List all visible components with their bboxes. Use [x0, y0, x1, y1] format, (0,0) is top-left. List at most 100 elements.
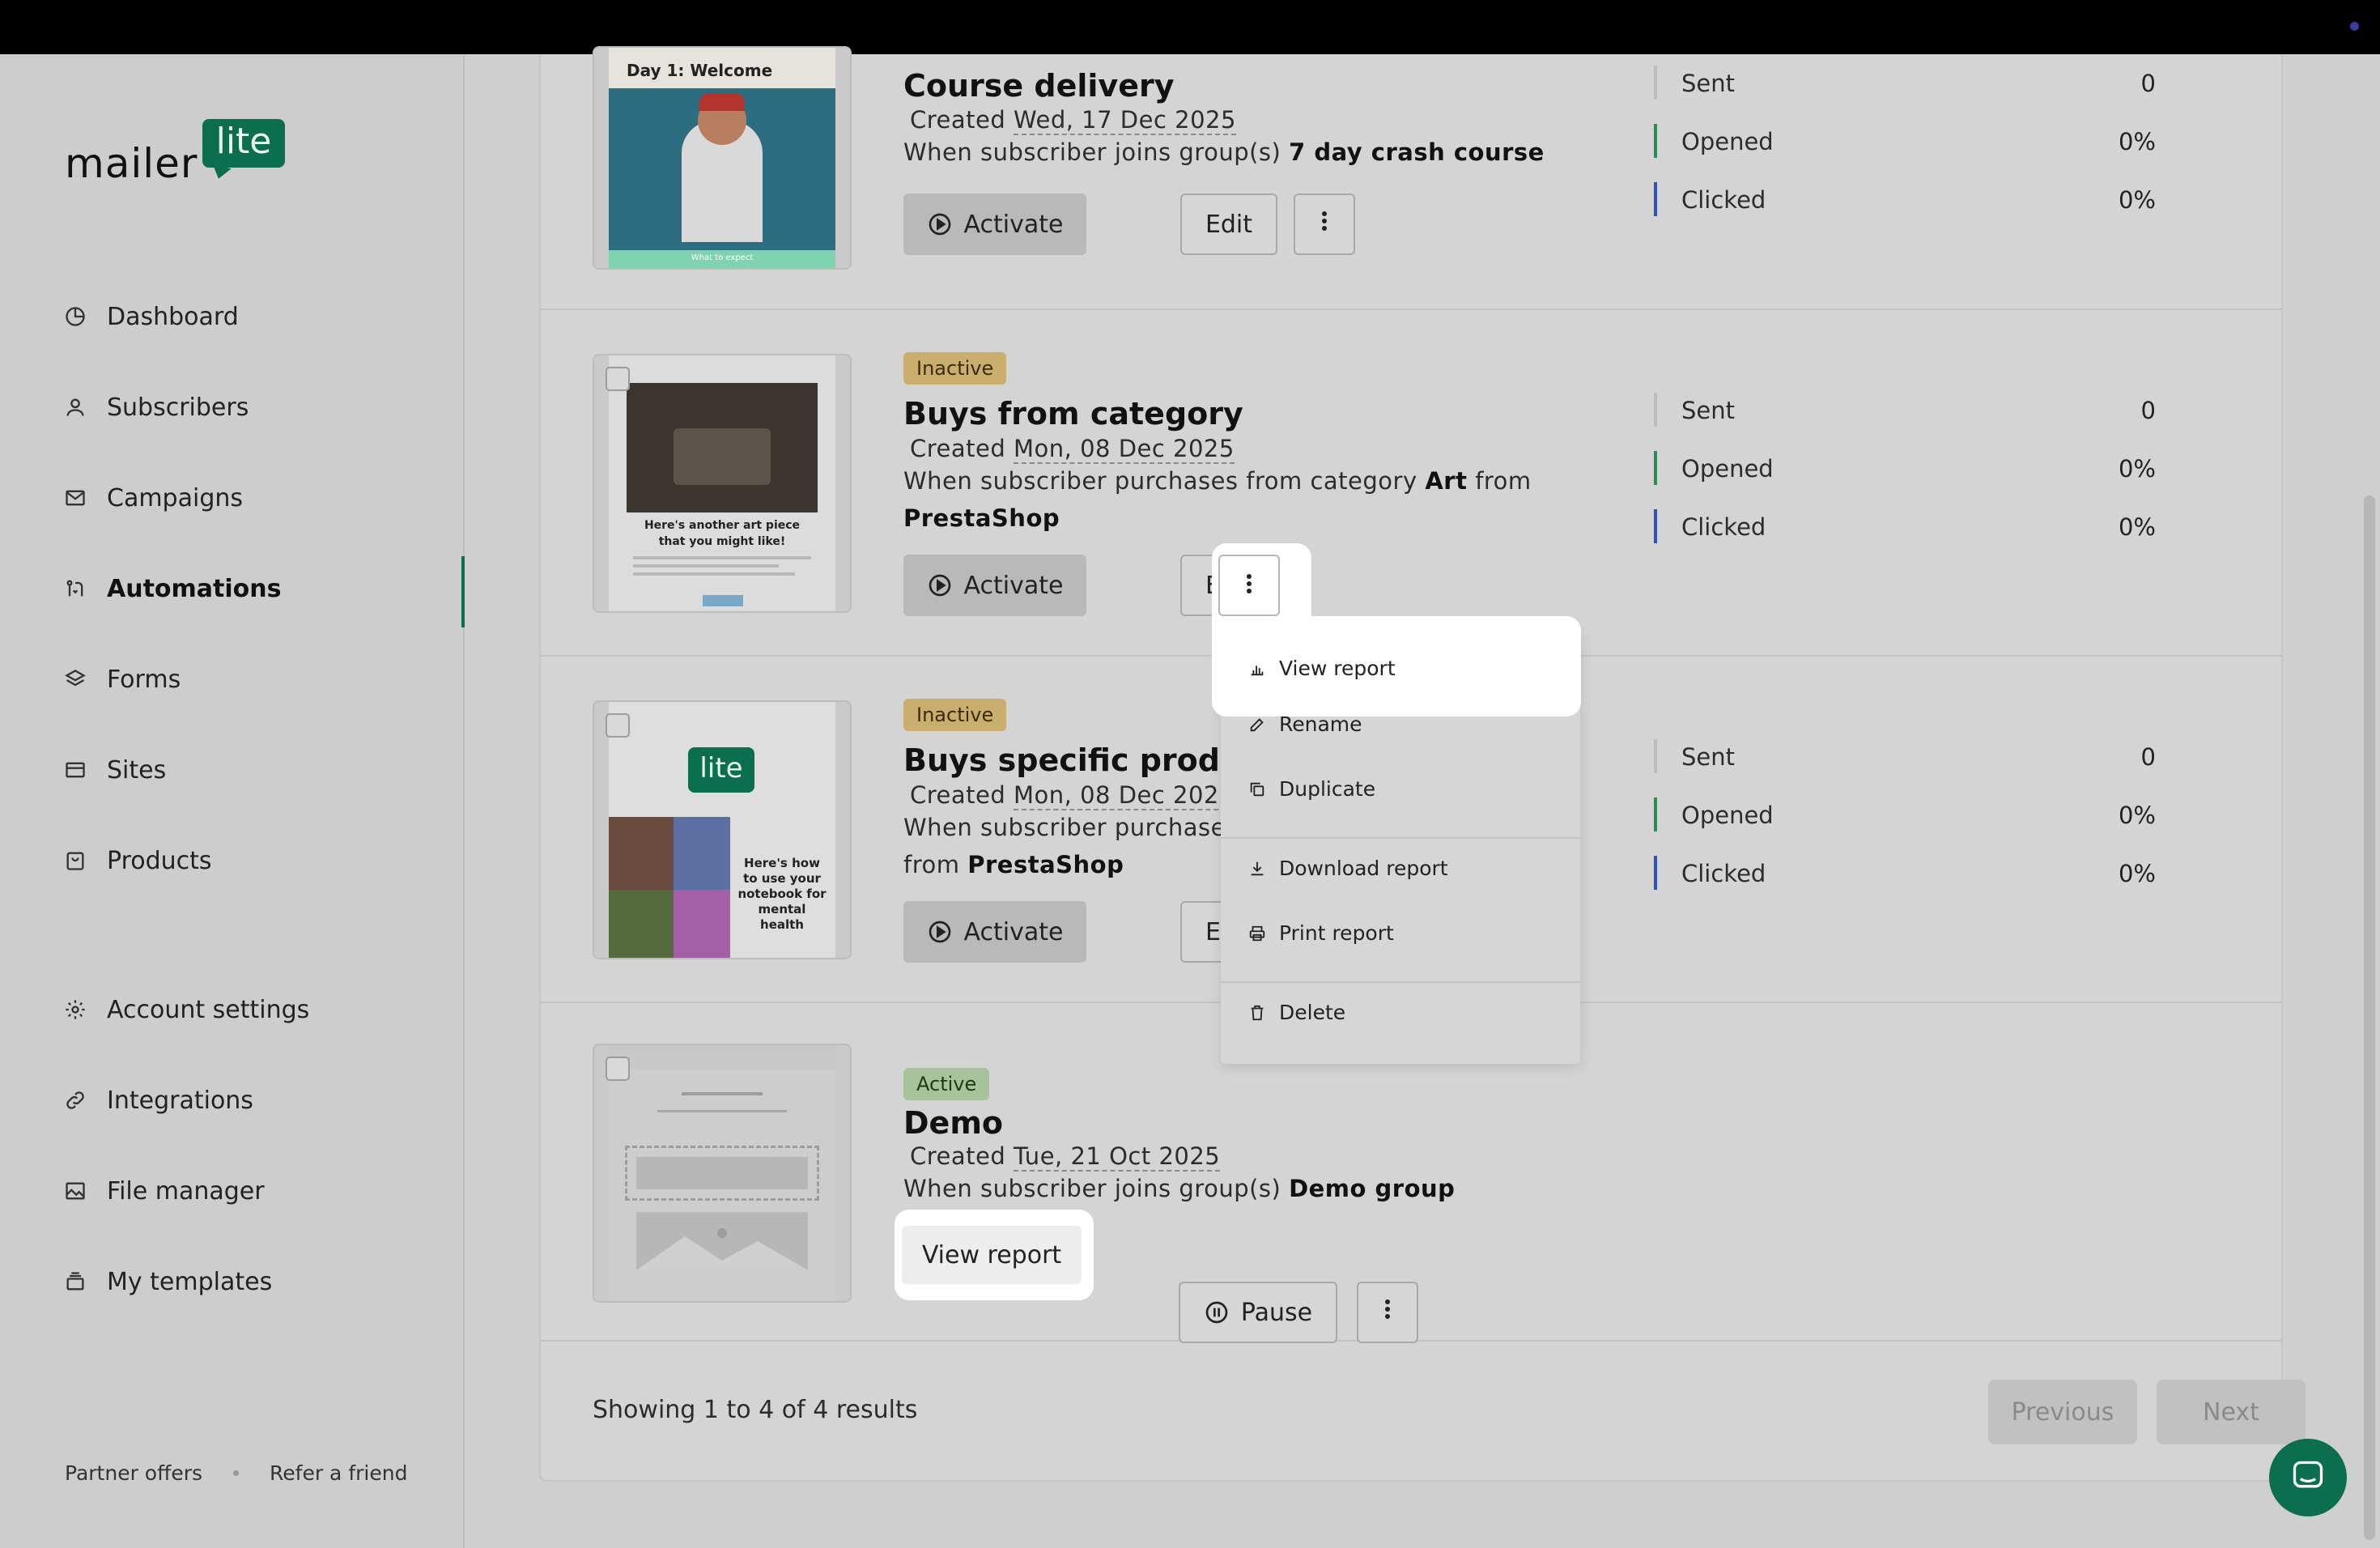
bar-chart-icon — [1247, 658, 1268, 679]
status-dot — [2350, 22, 2359, 31]
menu-divider — [1221, 837, 1580, 839]
email-thumbnail[interactable]: lite Here's how to use your notebook for… — [593, 700, 852, 959]
logo-word: mailer — [65, 140, 198, 187]
row-checkbox[interactable] — [606, 367, 630, 391]
created-date: Created Mon, 08 Dec 2025 — [910, 435, 1235, 464]
more-options-button[interactable] — [1357, 1282, 1418, 1343]
menu-item-download-report[interactable]: Download report — [1247, 857, 1448, 880]
sidebar-item-label: Integrations — [107, 1086, 253, 1115]
sidebar-item-file-manager[interactable]: File manager — [0, 1159, 463, 1223]
stat-clicked: Clicked 0% — [1654, 179, 2156, 221]
stat-opened: Opened 0% — [1654, 794, 2156, 836]
email-thumbnail[interactable] — [593, 1044, 852, 1303]
sidebar-footer: Partner offers Refer a friend — [65, 1461, 407, 1485]
created-date: Created Tue, 21 Oct 2025 — [910, 1142, 1221, 1172]
trigger-description: When subscriber joins group(s) Demo grou… — [903, 1175, 1456, 1202]
kebab-icon — [1384, 1298, 1391, 1327]
stat-clicked: Clicked 0% — [1654, 853, 2156, 895]
window-top-bar — [0, 0, 2380, 54]
trash-icon — [1247, 1002, 1268, 1023]
menu-divider — [1221, 981, 1580, 983]
bag-icon — [63, 848, 87, 873]
thumbnail-heading: Here's another art piece that you might … — [644, 519, 801, 548]
row-checkbox[interactable] — [606, 1057, 630, 1081]
clock-pie-icon — [63, 304, 87, 329]
automation-title[interactable]: Demo — [903, 1105, 1003, 1141]
download-icon — [1247, 858, 1268, 879]
image-icon — [63, 1179, 87, 1203]
envelope-icon — [63, 486, 87, 510]
stat-opened: Opened 0% — [1654, 121, 2156, 163]
refer-friend-link[interactable]: Refer a friend — [270, 1461, 407, 1485]
email-thumbnail[interactable]: Here's another art piece that you might … — [593, 354, 852, 613]
stat-sent: Sent 0 — [1654, 736, 2156, 778]
sidebar-item-label: My templates — [107, 1267, 273, 1296]
trigger-description: When subscriber joins group(s) 7 day cra… — [903, 138, 1545, 166]
play-circle-icon — [927, 919, 953, 945]
sidebar-item-subscribers[interactable]: Subscribers — [0, 375, 463, 440]
link-icon — [63, 1088, 87, 1112]
trigger-description: When subscriber purchases from category … — [903, 467, 1532, 532]
automation-title[interactable]: Buys specific product — [903, 742, 1275, 778]
menu-item-print-report[interactable]: Print report — [1247, 921, 1394, 945]
stat-clicked: Clicked 0% — [1654, 506, 2156, 548]
chat-icon — [2290, 1458, 2326, 1497]
thumbnail-footer-text: What to expect — [691, 253, 754, 262]
created-date: Created Wed, 17 Dec 2025 — [910, 106, 1236, 135]
sidebar-item-sites[interactable]: Sites — [0, 738, 463, 802]
menu-item-duplicate[interactable]: Duplicate — [1247, 777, 1375, 801]
activate-button[interactable]: Activate — [903, 555, 1086, 616]
sidebar-item-account-settings[interactable]: Account settings — [0, 977, 463, 1042]
menu-item-delete[interactable]: Delete — [1247, 1001, 1345, 1024]
sidebar-item-automations[interactable]: Automations — [0, 556, 465, 627]
automation-title[interactable]: Course delivery — [903, 68, 1175, 104]
sidebar-item-my-templates[interactable]: My templates — [0, 1249, 463, 1314]
sidebar-item-forms[interactable]: Forms — [0, 647, 463, 712]
sidebar-item-label: Account settings — [107, 995, 310, 1024]
status-badge: Inactive — [903, 352, 1007, 385]
footer-separator — [233, 1470, 240, 1476]
sidebar-item-label: Products — [107, 846, 212, 875]
menu-item-view-report-highlight: View report — [1212, 616, 1581, 717]
sidebar-item-label: Forms — [107, 665, 181, 694]
stat-sent: Sent 0 — [1654, 62, 2156, 104]
sidebar-item-products[interactable]: Products — [0, 828, 463, 893]
more-options-button[interactable] — [1294, 194, 1355, 255]
stat-sent: Sent 0 — [1654, 389, 2156, 432]
activate-button[interactable]: Activate — [903, 194, 1086, 255]
kebab-icon — [1246, 572, 1252, 598]
menu-item-view-report[interactable]: View report — [1247, 657, 1396, 680]
automation-title[interactable]: Buys from category — [903, 396, 1243, 432]
sidebar: mailer lite Dashboard Subscribers Campai… — [0, 54, 465, 1548]
layers-icon — [63, 667, 87, 691]
sidebar-item-integrations[interactable]: Integrations — [0, 1068, 463, 1133]
email-thumbnail[interactable]: Day 1: Welcome What to expect — [593, 46, 852, 270]
sidebar-item-label: Campaigns — [107, 483, 244, 512]
activate-button[interactable]: Activate — [903, 901, 1086, 963]
sidebar-item-label: Dashboard — [107, 302, 239, 331]
thumbnail-logo: lite — [688, 747, 754, 793]
partner-offers-link[interactable]: Partner offers — [65, 1461, 202, 1485]
edit-button[interactable]: Edit — [1180, 194, 1277, 255]
row-checkbox[interactable] — [606, 713, 630, 738]
chat-launcher-button[interactable] — [2269, 1439, 2347, 1516]
next-page-button[interactable]: Next — [2157, 1380, 2306, 1444]
status-badge: Inactive — [903, 699, 1007, 731]
sidebar-item-dashboard[interactable]: Dashboard — [0, 284, 463, 349]
play-circle-icon — [927, 572, 953, 598]
previous-page-button[interactable]: Previous — [1988, 1380, 2137, 1444]
pause-button[interactable]: Pause — [1179, 1282, 1337, 1343]
scrollbar-thumb[interactable] — [2364, 495, 2375, 1540]
automation-icon — [63, 576, 87, 601]
sidebar-item-label: Sites — [107, 755, 167, 785]
copy-icon — [1247, 779, 1268, 800]
view-report-highlight: View report — [895, 1210, 1094, 1300]
sidebar-item-label: Automations — [107, 574, 282, 603]
sidebar-item-campaigns[interactable]: Campaigns — [0, 466, 463, 530]
view-report-button[interactable]: View report — [902, 1226, 1082, 1284]
stat-opened: Opened 0% — [1654, 448, 2156, 490]
kebab-icon — [1321, 210, 1328, 239]
results-summary: Showing 1 to 4 of 4 results — [593, 1396, 918, 1424]
automation-row: Here's another art piece that you might … — [541, 310, 2281, 657]
browser-icon — [63, 758, 87, 782]
